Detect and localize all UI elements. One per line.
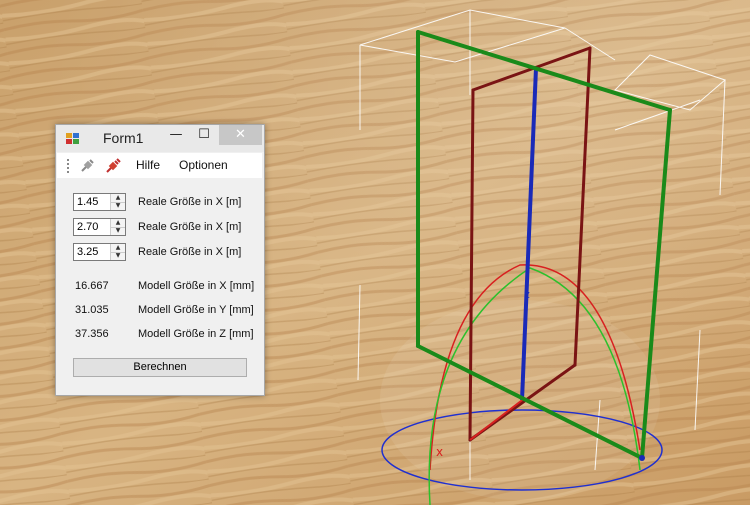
size-x1-label: Reale Größe in X [m] — [138, 196, 242, 208]
model-size-z-value: 37.356 — [75, 328, 109, 340]
axis-z-label: z — [524, 288, 530, 301]
title-bar[interactable]: Form1 — ☐ ✕ — [56, 125, 264, 152]
model-size-y-label: Modell Größe in Y [mm] — [138, 304, 254, 316]
form-window: Form1 — ☐ ✕ Hilfe Optionen 1.45 ▲ ▼ Real… — [55, 124, 265, 396]
toolbar-grip-icon[interactable] — [67, 159, 69, 173]
menu-options[interactable]: Optionen — [179, 158, 228, 172]
model-size-x-value: 16.667 — [75, 280, 109, 292]
close-button[interactable]: ✕ — [219, 125, 262, 145]
size-x1-value[interactable]: 1.45 — [77, 196, 98, 208]
size-x1-spinner[interactable]: 1.45 ▲ ▼ — [73, 193, 126, 211]
axis-x-label: x — [436, 445, 443, 459]
size-x3-value[interactable]: 3.25 — [77, 246, 98, 258]
size-x2-value[interactable]: 2.70 — [77, 221, 98, 233]
model-size-x-label: Modell Größe in X [mm] — [138, 280, 255, 292]
size-x3-label: Reale Größe in X [m] — [138, 246, 242, 258]
size-x2-label: Reale Größe in X [m] — [138, 221, 242, 233]
minimize-button[interactable]: — — [166, 125, 186, 145]
maximize-button[interactable]: ☐ — [194, 125, 214, 145]
disconnect-plug-icon[interactable] — [79, 158, 95, 174]
spin-down-icon[interactable]: ▼ — [111, 227, 125, 235]
spin-down-icon[interactable]: ▼ — [111, 252, 125, 260]
toolbar: Hilfe Optionen — [57, 153, 262, 178]
calculate-button[interactable]: Berechnen — [73, 358, 247, 377]
app-icon — [66, 133, 79, 144]
model-size-y-value: 31.035 — [75, 304, 109, 316]
menu-help[interactable]: Hilfe — [136, 158, 160, 172]
size-x2-spinner[interactable]: 2.70 ▲ ▼ — [73, 218, 126, 236]
model-size-z-label: Modell Größe in Z [mm] — [138, 328, 254, 340]
connect-plug-icon[interactable] — [105, 158, 121, 174]
window-title: Form1 — [103, 130, 144, 146]
spin-down-icon[interactable]: ▼ — [111, 202, 125, 210]
size-x3-spinner[interactable]: 3.25 ▲ ▼ — [73, 243, 126, 261]
